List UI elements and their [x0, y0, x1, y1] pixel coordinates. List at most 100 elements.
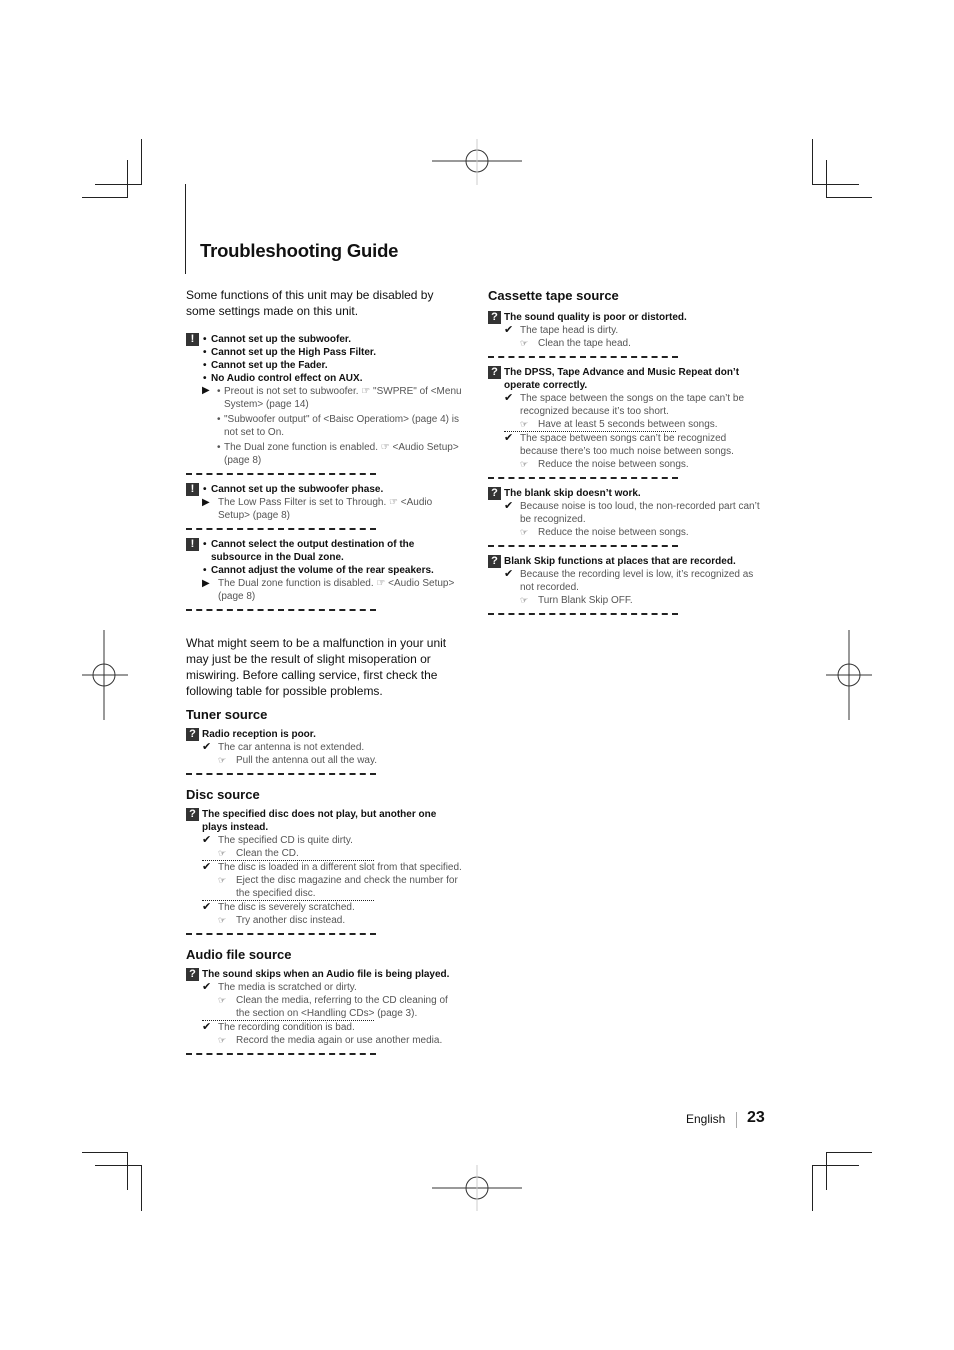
cause-text: Because the recording level is low, it’s…: [520, 569, 754, 593]
question-icon: ?: [488, 311, 501, 324]
check-icon: ✔: [504, 324, 514, 336]
cause-text: The disc is loaded in a different slot f…: [218, 862, 462, 873]
check-icon: ✔: [504, 432, 514, 444]
question-icon: ?: [488, 487, 501, 500]
check-icon: ✔: [504, 392, 514, 404]
check-icon: ✔: [202, 1021, 212, 1033]
footer-language: English: [686, 1112, 726, 1126]
problem-block: ? Blank Skip functions at places that ar…: [488, 555, 766, 607]
problem-title: Cannot set up the subwoofer phase.: [202, 483, 464, 496]
problem-block: ? Radio reception is poor. ✔ The car ante…: [186, 728, 464, 767]
cause-text: The disc is severely scratched.: [218, 902, 355, 913]
problem-title: Blank Skip functions at places that are …: [504, 556, 736, 567]
disabled-block: ! Cannot select the output destination o…: [186, 538, 464, 603]
section-heading-tuner: Tuner source: [186, 707, 268, 722]
exclamation-icon: !: [186, 333, 199, 346]
hand-pointer-icon: ☞: [218, 848, 227, 858]
problem-title: Cannot select the output destination of …: [202, 538, 464, 564]
problem-title: The DPSS, Tape Advance and Music Repeat …: [504, 367, 740, 391]
cause-text: Preout is not set to subwoofer. ☞ "SWPRE…: [202, 385, 464, 411]
problem-title: Cannot set up the Fader.: [202, 359, 464, 372]
separator: [488, 613, 678, 615]
fix-text: Clean the tape head.: [538, 338, 631, 349]
check-icon: ✔: [504, 500, 514, 512]
question-icon: ?: [488, 555, 501, 568]
exclamation-icon: !: [186, 538, 199, 551]
fix-text: Reduce the noise between songs.: [538, 527, 689, 538]
question-icon: ?: [186, 968, 199, 981]
problem-block: ? The sound quality is poor or distorted…: [488, 311, 766, 350]
hand-pointer-icon: ☞: [520, 459, 529, 469]
arrow-icon: ▶: [202, 578, 210, 589]
hand-pointer-icon: ☞: [218, 755, 227, 765]
problem-block: ? The DPSS, Tape Advance and Music Repea…: [488, 366, 766, 471]
page-number: 23: [747, 1109, 765, 1126]
disabled-block: ! Cannot set up the subwoofer. Cannot se…: [186, 333, 464, 467]
problem-block: ? The sound skips when an Audio file is …: [186, 968, 464, 1047]
arrow-icon: ▶: [202, 497, 210, 508]
cause-text: The Dual zone function is disabled. ☞ <A…: [218, 578, 455, 602]
section-heading-audio-file: Audio file source: [186, 947, 292, 962]
cause-text: The recording condition is bad.: [218, 1022, 355, 1033]
problem-block: ? The blank skip doesn’t work. ✔ Because …: [488, 487, 766, 539]
separator: [186, 473, 376, 475]
intro-disabled: Some functions of this unit may be disab…: [186, 288, 434, 318]
cause-text: The media is scratched or dirty.: [218, 982, 357, 993]
exclamation-icon: !: [186, 483, 199, 496]
disabled-block: ! Cannot set up the subwoofer phase. ▶ Th…: [186, 483, 464, 522]
problem-title: The sound quality is poor or distorted.: [504, 312, 687, 323]
problem-title: The specified disc does not play, but an…: [202, 809, 437, 833]
cause-text: The specified CD is quite dirty.: [218, 835, 353, 846]
fix-text: Turn Blank Skip OFF.: [538, 595, 633, 606]
hand-pointer-icon: ☞: [218, 875, 227, 885]
separator: [186, 933, 376, 935]
cause-text: The Dual zone function is enabled. ☞ <Au…: [202, 441, 464, 467]
hand-pointer-icon: ☞: [520, 338, 529, 348]
separator: [488, 356, 678, 358]
check-icon: ✔: [202, 901, 212, 913]
check-icon: ✔: [202, 981, 212, 993]
fix-text: Try another disc instead.: [236, 915, 346, 926]
question-icon: ?: [186, 728, 199, 741]
hand-pointer-icon: ☞: [520, 419, 529, 429]
question-icon: ?: [186, 808, 199, 821]
problem-title: No Audio control effect on AUX.: [202, 372, 464, 385]
problem-title: Cannot set up the subwoofer.: [202, 333, 464, 346]
cause-text: Because noise is too loud, the non-recor…: [520, 501, 760, 525]
cause-text: The car antenna is not extended.: [218, 742, 365, 753]
problem-block: ? The specified disc does not play, but …: [186, 808, 464, 927]
problem-title: The blank skip doesn’t work.: [504, 488, 641, 499]
footer-divider: [736, 1112, 737, 1128]
left-column: Some functions of this unit may be disab…: [186, 287, 464, 1063]
question-icon: ?: [488, 366, 501, 379]
cause-text: The Low Pass Filter is set to Through. ☞…: [218, 497, 433, 521]
check-icon: ✔: [504, 568, 514, 580]
problem-title: The sound skips when an Audio file is be…: [202, 969, 450, 980]
intro-malfunction: What might seem to be a malfunction in y…: [186, 636, 447, 698]
fix-text: Record the media again or use another me…: [236, 1035, 443, 1046]
separator: [186, 609, 376, 611]
hand-pointer-icon: ☞: [520, 595, 529, 605]
hand-pointer-icon: ☞: [218, 995, 227, 1005]
cause-text: The tape head is dirty.: [520, 325, 619, 336]
fix-text: Pull the antenna out all the way.: [236, 755, 378, 766]
hand-pointer-icon: ☞: [520, 527, 529, 537]
separator: [186, 1053, 376, 1055]
fix-text: Have at least 5 seconds between songs.: [538, 419, 718, 430]
fix-text: Reduce the noise between songs.: [538, 459, 689, 470]
cause-text: The space between the songs on the tape …: [520, 393, 745, 417]
cause-text: "Subwoofer output" of <Baisc Operatiom> …: [202, 413, 464, 439]
separator: [186, 773, 376, 775]
fix-text: Clean the CD.: [236, 848, 299, 859]
hand-pointer-icon: ☞: [218, 1035, 227, 1045]
separator: [488, 545, 678, 547]
registration-targets: [82, 139, 872, 1211]
section-heading-cassette: Cassette tape source: [488, 288, 619, 303]
check-icon: ✔: [202, 834, 212, 846]
fix-text: Eject the disc magazine and check the nu…: [236, 875, 458, 899]
fix-text: Clean the media, referring to the CD cle…: [236, 995, 448, 1019]
hand-pointer-icon: ☞: [218, 915, 227, 925]
section-heading-disc: Disc source: [186, 787, 260, 802]
check-icon: ✔: [202, 861, 212, 873]
problem-title: Radio reception is poor.: [202, 729, 316, 740]
